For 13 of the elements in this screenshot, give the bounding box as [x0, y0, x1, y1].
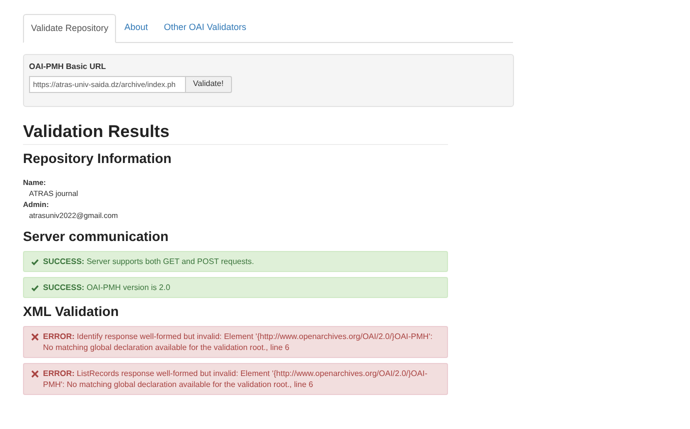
alert-message: SUCCESS: Server supports both GET and POST requests.	[43, 256, 254, 267]
section-heading: Repository Information	[23, 150, 173, 168]
tab[interactable]: Validate Repository	[23, 14, 116, 42]
field-label: OAI-PMH Basic URL	[29, 60, 107, 72]
section-heading: XML Validation	[23, 302, 120, 321]
alert-message: ERROR: ListRecords response well-formed but invalid: Element '{http://www.openarchives.org/OAI/2.0/}OAI-PMH': No matching global declaration available for the validation root., line 6	[43, 368, 428, 390]
validate-button[interactable]: Validate!	[186, 76, 232, 92]
tab[interactable]: Other OAI Validators	[156, 14, 254, 42]
alert-message: ERROR: Identify response well-formed but invalid: Element '{http://www.openarchives.org/OAI/2.0/}OAI-PMH': No matching global declaration available for the validation root., line 6	[43, 330, 434, 353]
alert-message: SUCCESS: OAI-PMH version is 2.0	[43, 282, 170, 293]
tab[interactable]: About	[116, 14, 156, 42]
page-title: Validation Results	[23, 120, 448, 145]
section-heading: Server communication	[23, 228, 170, 246]
